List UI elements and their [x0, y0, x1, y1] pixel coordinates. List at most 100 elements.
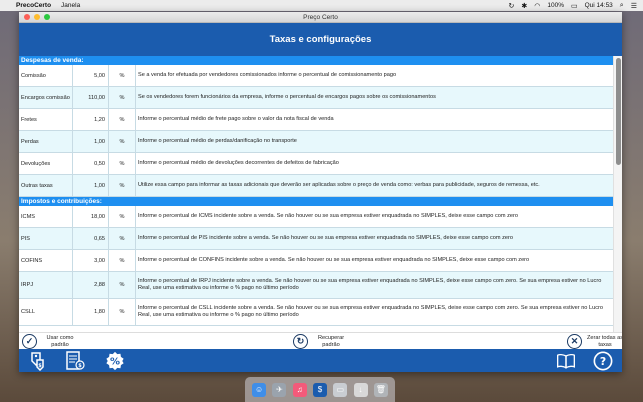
rates-table: Despesas de venda: Comissão 5,00% Se a vend…	[19, 56, 622, 332]
table-row: Encargos comissão 110,00% Se os vendedores…	[19, 87, 613, 109]
rate-value-input[interactable]: 0,50	[73, 153, 109, 174]
svg-text:$: $	[38, 363, 42, 369]
rate-value-input[interactable]: 110,00	[73, 87, 109, 108]
reset-all-rates-label: Zerar todas as taxas	[586, 335, 622, 348]
close-window-button[interactable]	[24, 14, 30, 20]
rate-unit: %	[109, 272, 136, 298]
svg-text:%: %	[110, 357, 120, 368]
zoom-window-button[interactable]	[44, 14, 50, 20]
table-row: Devoluções 0,50% Informe o percentual médi…	[19, 153, 613, 175]
rate-name: PIS	[19, 228, 73, 249]
preco-certo-app-icon[interactable]: $	[312, 382, 327, 397]
recover-default-button[interactable]: ↻ Recuperar padrão	[293, 334, 350, 349]
rate-name: IRPJ	[19, 272, 73, 298]
app-window: Preço Certo Taxas e configurações Despes…	[19, 12, 622, 372]
vertical-scrollbar[interactable]	[613, 56, 622, 332]
notification-center-icon[interactable]: ☰	[631, 2, 637, 10]
bluetooth-icon[interactable]: ✱	[521, 2, 527, 10]
use-as-default-label: Usar como padrão	[46, 335, 74, 348]
rate-description: Informe o percentual de PIS incidente so…	[138, 234, 514, 241]
rate-description: Se os vendedores forem funcionários da e…	[138, 93, 436, 100]
scrollbar-thumb[interactable]	[616, 58, 621, 165]
rate-name: Outras taxas	[19, 175, 73, 196]
bottom-toolbar: $ $ % ?	[19, 349, 622, 372]
rate-unit: %	[109, 250, 136, 271]
dock: ☺ ✈ ♫ $ ▭ ↓ 🗑	[245, 377, 395, 402]
rate-value-input[interactable]: 5,00	[73, 65, 109, 86]
menu-clock[interactable]: Qui 14:53	[585, 2, 613, 9]
page-title: Taxas e configurações	[19, 23, 622, 56]
rate-unit: %	[109, 109, 136, 130]
table-row: Fretes 1,20% Informe o percentual médio de…	[19, 109, 613, 131]
rate-unit: %	[109, 228, 136, 249]
table-row: IRPJ 2,88% Informe o percentual de IRPJ in…	[19, 272, 613, 299]
launchpad-icon[interactable]: ✈	[272, 382, 287, 397]
rate-description: Utilize essa campo para informar as taxa…	[138, 181, 540, 188]
rate-value-input[interactable]: 1,20	[73, 109, 109, 130]
price-tags-icon[interactable]: $	[27, 351, 47, 371]
use-as-default-button[interactable]: ✓ Usar como padrão	[22, 334, 79, 349]
checkmark-circle-icon: ✓	[22, 334, 37, 349]
rate-value-input[interactable]: 1,00	[73, 131, 109, 152]
percent-badge-icon[interactable]: %	[105, 351, 125, 371]
time-machine-icon[interactable]: ↻	[509, 2, 515, 10]
window-titlebar: Preço Certo	[19, 12, 622, 23]
finder-icon[interactable]: ☺	[252, 382, 267, 397]
rate-name: CSLL	[19, 299, 73, 325]
rate-description: Informe o percentual de IRPJ incidente s…	[138, 277, 602, 292]
svg-text:?: ?	[600, 355, 606, 368]
menu-status-area: ↻ ✱ ◠ 100% ▭ Qui 14:53 ⌕ ☰	[509, 2, 638, 10]
rate-name: Encargos comissão	[19, 87, 73, 108]
table-row: COFINS 3,00% Informe o percentual de CONFI…	[19, 250, 613, 272]
music-icon[interactable]: ♫	[292, 382, 307, 397]
table-row: Perdas 1,00% Informe o percentual médio de…	[19, 131, 613, 153]
reset-all-rates-button[interactable]: ✕ Zerar todas as taxas	[567, 334, 622, 349]
rate-unit: %	[109, 299, 136, 325]
rate-description: Informe o percentual médio de perdas/dan…	[138, 137, 297, 144]
window-title: Preço Certo	[303, 14, 338, 21]
downloads-icon[interactable]: ↓	[353, 382, 368, 397]
rate-name: Devoluções	[19, 153, 73, 174]
section-header: Despesas de venda:	[19, 56, 613, 65]
rate-unit: %	[109, 65, 136, 86]
rate-unit: %	[109, 206, 136, 227]
rate-description: Informe o percentual médio de devoluções…	[138, 159, 339, 166]
help-icon[interactable]: ?	[593, 351, 613, 371]
rate-unit: %	[109, 131, 136, 152]
rate-value-input[interactable]: 18,00	[73, 206, 109, 227]
battery-icon[interactable]: ▭	[571, 2, 578, 10]
rate-value-input[interactable]: 0,65	[73, 228, 109, 249]
table-row: Outras taxas 1,00% Utilize essa campo para…	[19, 175, 613, 197]
invoice-list-icon[interactable]: $	[65, 351, 85, 371]
minimize-window-button[interactable]	[34, 14, 40, 20]
close-circle-icon: ✕	[567, 334, 582, 349]
menu-janela[interactable]: Janela	[61, 2, 80, 9]
table-row: CSLL 1,80% Informe o percentual de CSLL in…	[19, 299, 613, 326]
action-bar: ✓ Usar como padrão ↻ Recuperar padrão ✕ …	[19, 332, 622, 349]
trash-icon[interactable]: 🗑	[373, 382, 388, 397]
book-icon[interactable]	[556, 351, 576, 371]
rate-value-input[interactable]: 3,00	[73, 250, 109, 271]
rate-value-input[interactable]: 2,88	[73, 272, 109, 298]
rate-description: Informe o percentual médio de frete pago…	[138, 115, 334, 122]
rate-description: Informe o percentual de ICMS incidente s…	[138, 212, 518, 219]
rate-description: Informe o percentual de CSLL incidente s…	[138, 304, 603, 319]
rate-value-input[interactable]: 1,00	[73, 175, 109, 196]
menu-app-name[interactable]: PrecoCerto	[16, 2, 51, 9]
rate-unit: %	[109, 87, 136, 108]
refresh-icon: ↻	[293, 334, 308, 349]
battery-percent[interactable]: 100%	[547, 2, 564, 9]
rate-unit: %	[109, 175, 136, 196]
wifi-icon[interactable]: ◠	[534, 2, 540, 10]
rate-name: ICMS	[19, 206, 73, 227]
rate-name: Perdas	[19, 131, 73, 152]
table-row: Comissão 5,00% Se a venda for efetuada por…	[19, 65, 613, 87]
folder-icon[interactable]: ▭	[333, 382, 348, 397]
table-row: PIS 0,65% Informe o percentual de PIS inci…	[19, 228, 613, 250]
menu-bar: PrecoCerto Janela ↻ ✱ ◠ 100% ▭ Qui 14:53…	[0, 0, 643, 11]
rate-name: COFINS	[19, 250, 73, 271]
spotlight-icon[interactable]: ⌕	[620, 2, 624, 10]
rate-value-input[interactable]: 1,80	[73, 299, 109, 325]
table-row: ICMS 18,00% Informe o percentual de ICMS i…	[19, 206, 613, 228]
rate-unit: %	[109, 153, 136, 174]
